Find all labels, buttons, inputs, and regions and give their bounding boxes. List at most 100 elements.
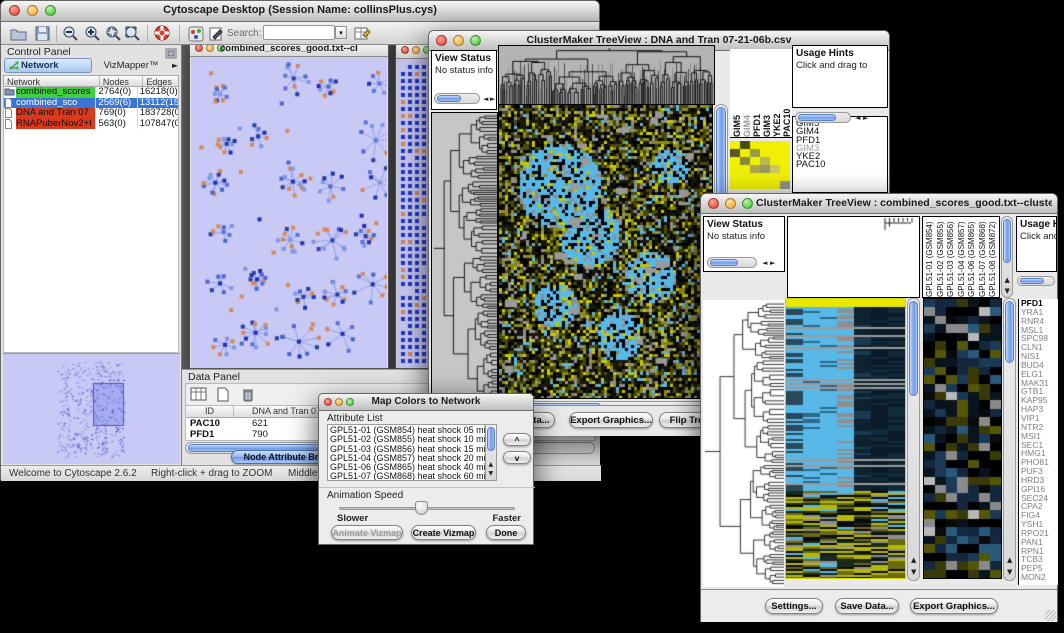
usage-scroll-thumb[interactable] (1020, 278, 1044, 284)
column-header-edges[interactable]: Edges (143, 76, 178, 86)
treeview1-row-labels: GIM5GIM4PFD1GIM3YKE2PAC10 (792, 116, 888, 193)
scroll-up-icon[interactable]: ▲ (911, 557, 916, 564)
scroll-left-icon[interactable]: ◄ (855, 115, 860, 122)
data-column-id[interactable]: ID (186, 406, 234, 417)
network-table-header[interactable]: Network Nodes Edges (3, 75, 179, 87)
network-list-row[interactable]: RNAPuberNov2+I563(0)107847(0) (4, 119, 178, 130)
done-button[interactable]: Done (486, 525, 526, 540)
slider-thumb[interactable] (415, 501, 428, 515)
network-view-canvas[interactable] (191, 57, 387, 368)
treeview1-global-heatmap[interactable] (498, 104, 713, 399)
attribute-browser-icon[interactable] (353, 25, 371, 42)
search-dropdown-icon[interactable]: ▾ (335, 26, 347, 39)
attribute-list-scrollbar[interactable]: ▲ ▼ (485, 425, 496, 480)
window-resize-grip[interactable] (1045, 610, 1056, 621)
treeview2-button-save-data-[interactable]: Save Data... (835, 598, 899, 614)
zoom-fit-icon[interactable] (123, 25, 141, 42)
scroll-down-icon[interactable]: ▼ (911, 569, 916, 576)
attribute-list-item[interactable]: GPL51-07 (GSM868) heat shock 60 min (328, 472, 484, 481)
treeview1-usage-scroll-thumb[interactable] (798, 114, 836, 121)
tab-overflow-icon[interactable]: ► (172, 62, 178, 69)
scroll-down-icon[interactable]: ▼ (1005, 288, 1010, 295)
zoom-selected-icon[interactable] (104, 25, 122, 42)
treeview2-usage-scrollbar[interactable] (1017, 276, 1055, 286)
treeview1-row-dendrogram[interactable] (431, 112, 498, 407)
network-frame-1-titlebar[interactable]: combined_scores_good.txt--cluste... (190, 45, 388, 57)
treeview2-row-dendrogram[interactable] (703, 300, 784, 587)
scroll-right-icon[interactable]: ► (490, 96, 495, 103)
treeview2-zoom-vscrollbar[interactable]: ▲ ▼ (1003, 298, 1016, 581)
view-status-scroll-thumb[interactable] (437, 95, 461, 102)
zoom-out-icon[interactable] (61, 25, 79, 42)
header-vscroll-thumb[interactable] (1003, 219, 1011, 263)
network-list-row[interactable]: DNA and Tran 07769(0)183728(0) (4, 108, 178, 119)
frame1-minimize-button[interactable] (206, 45, 214, 52)
birdseye-canvas[interactable] (3, 354, 180, 464)
animate-vizmap-button[interactable]: Animate Vizmap (331, 525, 403, 540)
treeview2-column-dendrogram[interactable] (787, 216, 920, 298)
column-header-network[interactable]: Network (4, 76, 100, 86)
scroll-left-icon[interactable]: ◄ (483, 96, 488, 103)
scroll-left-icon[interactable]: ◄ (762, 260, 767, 267)
network-frame-1[interactable]: combined_scores_good.txt--cluste... (189, 45, 389, 369)
search-input[interactable] (263, 25, 335, 40)
annotation-icon[interactable] (207, 25, 225, 42)
tab-vizmapper[interactable]: VizMapper™ (94, 58, 168, 73)
scroll-down-icon[interactable]: ▼ (1007, 569, 1012, 576)
close-button[interactable] (9, 5, 20, 16)
frame2-close-button[interactable] (401, 46, 409, 54)
create-vizmap-button[interactable]: Create Vizmap (411, 525, 476, 540)
scroll-right-icon[interactable]: ► (770, 260, 775, 267)
new-attribute-icon[interactable] (214, 386, 232, 403)
tab-network[interactable]: Network (4, 58, 92, 73)
treeview1-button-export-graphics-[interactable]: Export Graphics... (569, 412, 653, 428)
treeview2-button-export-graphics-[interactable]: Export Graphics... (910, 598, 998, 614)
scroll-up-icon[interactable]: ▲ (1007, 557, 1012, 564)
column-header-nodes[interactable]: Nodes (100, 76, 144, 86)
help-lifering-icon[interactable] (153, 25, 171, 42)
treeview2-global-heatmap[interactable] (785, 298, 906, 579)
treeview2-global-vscrollbar[interactable]: ▲ ▼ (907, 298, 920, 581)
treeview1-zoom-matrix[interactable] (730, 141, 790, 189)
scroll-right-icon[interactable]: ► (863, 115, 868, 122)
move-down-button[interactable]: v (503, 451, 531, 464)
zoom-vscroll-thumb[interactable] (1005, 301, 1014, 363)
treeview1-close-button[interactable] (436, 35, 447, 46)
treeview2-view-status-scrollbar[interactable] (707, 257, 757, 268)
scroll-up-icon[interactable]: ▲ (489, 461, 494, 468)
scroll-down-icon[interactable]: ▼ (489, 470, 494, 477)
table-view-icon[interactable] (189, 386, 207, 403)
dialog-close-button[interactable] (324, 398, 332, 406)
birdseye-panel[interactable] (3, 353, 180, 463)
dialog-titlebar[interactable]: Map Colors to Network (319, 394, 533, 411)
vizmapper-icon[interactable] (187, 25, 205, 42)
zoom-in-icon[interactable] (83, 25, 101, 42)
save-icon[interactable] (33, 25, 51, 42)
network-list-row[interactable]: combined_sco2569(6)13112(15) (4, 98, 178, 109)
treeview2-header-vscrollbar[interactable]: ▲ ▼ (1001, 216, 1013, 298)
treeview2-close-button[interactable] (708, 198, 719, 209)
treeview2-minimize-button[interactable] (725, 198, 736, 209)
frame1-close-button[interactable] (195, 45, 203, 52)
view-status-scroll-thumb[interactable] (710, 259, 738, 266)
attribute-list-scroll-thumb[interactable] (487, 427, 495, 451)
view-status-scrollbar[interactable] (434, 93, 480, 104)
treeview1-usage-scrollbar[interactable] (795, 112, 851, 123)
treeview1-column-label: GIM4 (742, 51, 752, 137)
treeview2-titlebar[interactable]: ClusterMaker TreeView : combined_scores_… (701, 194, 1057, 214)
dialog-minimize-button[interactable] (335, 398, 343, 406)
scroll-up-icon[interactable]: ▲ (1005, 277, 1010, 284)
frame2-minimize-button[interactable] (412, 46, 420, 54)
open-file-icon[interactable] (9, 25, 27, 42)
treeview2-button-bar: Settings... Save Data... Export Graphics..… (701, 589, 1057, 622)
network-folder-icon (4, 87, 16, 97)
move-up-button[interactable]: ^ (503, 433, 531, 446)
global-vscroll-thumb[interactable] (909, 301, 918, 396)
delete-attribute-icon[interactable] (239, 386, 257, 403)
treeview1-column-dendrogram[interactable] (498, 45, 715, 105)
main-titlebar[interactable]: Cytoscape Desktop (Session Name: collins… (1, 1, 599, 22)
treeview2-button-settings-[interactable]: Settings... (765, 598, 823, 614)
network-list-row[interactable]: combined_scores2764(0)16218(0) (4, 87, 178, 98)
treeview2-zoom-button[interactable] (742, 198, 753, 209)
treeview2-zoom-heatmap[interactable] (923, 298, 1002, 579)
